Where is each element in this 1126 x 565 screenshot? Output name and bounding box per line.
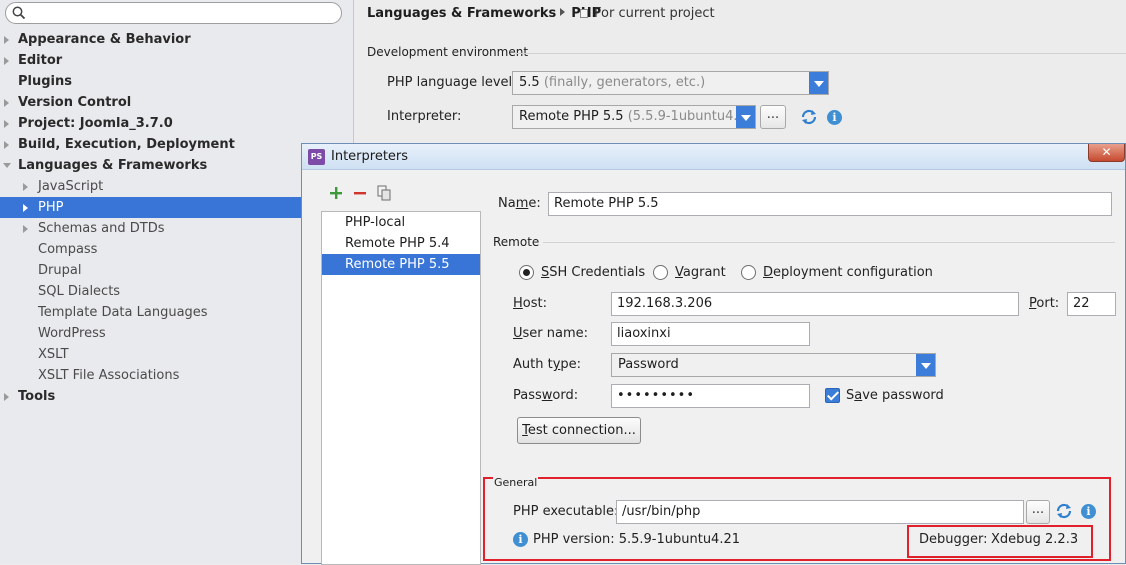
deployment-configuration-label[interactable]: Deployment configuration [763,265,933,280]
close-button[interactable]: ✕ [1088,144,1125,162]
host-label: Host: [513,296,547,311]
interpreter-value: Remote PHP 5.5 [519,109,624,124]
username-label: User name: [513,326,589,341]
debugger-value: Xdebug 2.2.3 [991,532,1079,547]
language-level-label: PHP language level: [387,75,517,90]
auth-type-select[interactable]: Password [611,353,936,377]
language-level-select[interactable]: 5.5 (finally, generators, etc.) [512,71,829,95]
breadcrumb-item: Languages & Frameworks [367,6,557,21]
dialog-title: Interpreters [331,149,409,164]
expand-arrow-icon [4,99,9,107]
test-connection-button[interactable]: Test connection... [517,417,641,444]
tree-item-appearance-behavior[interactable]: Appearance & Behavior [0,29,354,50]
section-divider [515,53,1126,54]
vagrant-radio[interactable] [653,265,668,280]
tree-item-version-control[interactable]: Version Control [0,92,354,113]
save-password-label[interactable]: Save password [846,388,944,403]
dialog-titlebar[interactable]: PS Interpreters ✕ [302,144,1125,170]
deployment-configuration-radio[interactable] [741,265,756,280]
auth-type-value: Password [618,357,679,372]
interpreter-browse-button[interactable]: ... [760,105,786,129]
interpreter-label: Interpreter: [387,109,462,124]
port-label: Port: [1029,296,1060,311]
password-label: Password: [513,388,579,403]
debugger-label: Debugger: [919,532,988,547]
add-icon[interactable] [329,186,343,200]
language-level-hint: (finally, generators, etc.) [543,75,706,90]
search-icon [12,6,26,20]
auth-type-label: Auth type: [513,357,582,372]
interpreter-select[interactable]: Remote PHP 5.5 (5.5.9-1ubuntu4.21) [512,105,756,129]
list-item[interactable]: Remote PHP 5.4 [322,233,480,254]
section-divider [543,242,1115,243]
expand-arrow-icon [23,204,28,212]
name-field[interactable]: Remote PHP 5.5 [548,192,1112,216]
chevron-down-icon [916,354,935,376]
project-scope-label: For current project [580,5,715,23]
list-item[interactable]: Remote PHP 5.5 [322,254,480,275]
username-field[interactable]: liaoxinxi [611,322,810,346]
port-field[interactable]: 22 [1067,292,1116,316]
chevron-down-icon [736,106,755,128]
info-icon[interactable]: i [827,110,842,125]
interpreter-list[interactable]: PHP-local Remote PHP 5.4 Remote PHP 5.5 [321,211,481,565]
phpstorm-app-icon: PS [308,149,325,165]
list-item[interactable]: PHP-local [322,212,480,233]
host-field[interactable]: 192.168.3.206 [611,292,1019,316]
name-label: Name: [498,196,541,211]
language-level-value: 5.5 [519,75,540,90]
interpreters-dialog: PS Interpreters ✕ PHP-local Remote PHP 5… [301,143,1126,565]
php-executable-field[interactable]: /usr/bin/php [616,500,1024,524]
tree-item-project[interactable]: Project: Joomla_3.7.0 [0,113,354,134]
expand-arrow-icon [4,36,9,44]
project-scope-text: For current project [594,6,715,21]
expand-arrow-icon [4,120,9,128]
breadcrumb-separator-icon [560,8,566,16]
chevron-down-icon [809,72,828,94]
save-password-checkbox[interactable] [825,388,840,403]
php-executable-browse-button[interactable]: ... [1026,500,1050,524]
tree-item-plugins[interactable]: Plugins [0,71,354,92]
section-title: Development environment [367,45,529,59]
settings-search-input[interactable] [5,2,342,24]
project-scope-icon [580,9,588,18]
expand-arrow-icon [23,225,28,233]
tree-item-editor[interactable]: Editor [0,50,354,71]
php-executable-label: PHP executable: [513,504,619,519]
section-title: General [493,476,539,489]
password-field[interactable]: ••••••••• [611,384,810,408]
ssh-credentials-label[interactable]: SSH Credentials [541,265,645,280]
section-title: Remote [493,235,540,249]
expand-arrow-icon [4,141,9,149]
vagrant-label[interactable]: Vagrant [675,265,726,280]
php-version-text: PHP version: 5.5.9-1ubuntu4.21 [533,532,741,547]
expand-arrow-icon [4,393,9,401]
copy-icon[interactable] [377,185,391,201]
breadcrumb: Languages & FrameworksPHP [367,5,601,23]
collapse-arrow-icon [3,163,11,168]
expand-arrow-icon [23,183,28,191]
expand-arrow-icon [4,57,9,65]
ssh-credentials-radio[interactable] [519,265,534,280]
php-version-info-icon: i [513,532,528,547]
refresh-icon[interactable] [1055,502,1073,520]
refresh-icon[interactable] [800,108,818,126]
remove-icon[interactable] [353,186,367,200]
info-icon[interactable]: i [1081,504,1096,519]
